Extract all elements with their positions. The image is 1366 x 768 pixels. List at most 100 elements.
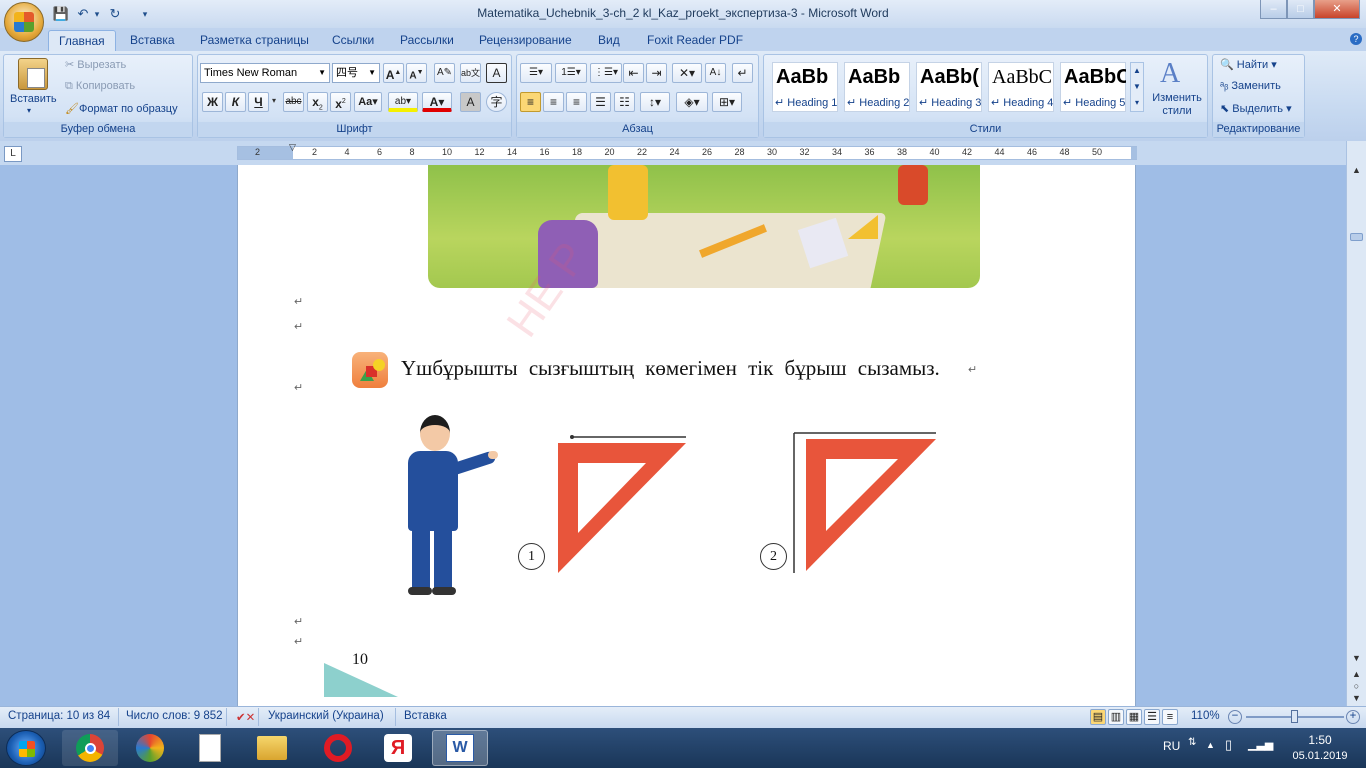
clear-format-button[interactable]: A✎ [434,63,455,83]
full-screen-reading-icon[interactable]: ▥ [1108,709,1124,725]
proofing-icon[interactable]: ✔✕ [236,710,255,724]
style-heading-2[interactable]: AaBb ↵ Heading 2 [844,62,910,112]
font-size-combo[interactable]: 四号 ▼ [332,63,380,83]
scroll-thumb[interactable] [1350,233,1363,241]
signal-icon[interactable]: ▁▃▅ [1248,738,1273,751]
insert-mode-status[interactable]: Вставка [404,710,447,722]
tray-expand-icon[interactable]: ▲ [1206,740,1215,750]
clock-date[interactable]: 05.01.2019 [1282,750,1358,762]
print-layout-icon[interactable]: ▤ [1090,709,1106,725]
font-grow-button[interactable]: A▲ [383,63,404,83]
align-center-button[interactable]: ≡ [543,92,564,112]
character-border-button[interactable]: A [486,63,507,83]
multilevel-list-button[interactable]: ⋮☰▾ [590,63,622,83]
style-heading-5[interactable]: AaBbC ↵ Heading 5 [1060,62,1126,112]
sort-button[interactable]: A↓ [705,63,726,83]
chrome-taskbar-icon[interactable] [62,730,118,766]
language-indicator[interactable]: RU [1163,739,1180,753]
tab-references[interactable]: Ссылки [322,30,384,51]
tab-page-layout[interactable]: Разметка страницы [190,30,319,51]
vertical-scrollbar[interactable]: ▲ ▼ ▲ ○ ▼ [1346,141,1366,706]
maximize-button[interactable]: □ [1287,0,1314,19]
tab-view[interactable]: Вид [588,30,630,51]
line-spacing-button[interactable]: ↕▾ [640,92,670,112]
numbering-button[interactable]: 1☰▾ [555,63,587,83]
shading-button[interactable]: ◈▾ [676,92,708,112]
find-button[interactable]: 🔍 Найти ▾ [1220,58,1277,71]
browse-object-icon[interactable]: ○ [1350,681,1363,691]
font-name-combo[interactable]: Times New Roman ▼ [200,63,330,83]
minimize-button[interactable]: – [1260,0,1287,19]
tab-selector-icon[interactable]: L [4,146,22,162]
bold-button[interactable]: Ж [202,92,223,112]
tray-arrows-icon[interactable]: ⇅ [1188,737,1196,748]
scroll-up-icon[interactable]: ▲ [1350,165,1363,175]
cut-button[interactable]: ✂ Вырезать [65,58,126,71]
paste-button[interactable]: Вставить [10,93,57,105]
align-left-button[interactable]: ≡ [520,92,541,112]
style-heading-3[interactable]: AaBb(↵ Heading 3 [916,62,982,112]
word-taskbar-icon[interactable]: W [432,730,488,766]
font-shrink-button[interactable]: A▼ [406,63,427,83]
decrease-indent-button[interactable]: ⇤ [623,63,644,83]
document-page[interactable]: ↵ ↵ НЕ Р Үшбұрышты сызғыштың көмегімен т… [237,165,1136,706]
draft-icon[interactable]: ≡ [1162,709,1178,725]
scroll-down-icon[interactable]: ▼ [1350,653,1363,663]
subscript-button[interactable]: x2 [307,92,328,112]
outline-icon[interactable]: ☰ [1144,709,1160,725]
bullets-button[interactable]: ☰▾ [520,63,552,83]
show-marks-button[interactable]: ↵ [732,63,753,83]
italic-button[interactable]: К [225,92,246,112]
word-count-status[interactable]: Число слов: 9 852 [126,710,223,722]
superscript-button[interactable]: x2 [330,92,351,112]
underline-dropdown-icon[interactable]: ▾ [272,96,276,105]
enclose-characters-button[interactable]: 字 [486,92,507,112]
page-count-status[interactable]: Страница: 10 из 84 [8,710,110,722]
underline-button[interactable]: Ч [248,92,269,112]
explorer-taskbar-icon[interactable] [244,730,300,766]
tab-mailings[interactable]: Рассылки [390,30,464,51]
strikethrough-button[interactable]: abc [283,92,304,112]
borders-button[interactable]: ⊞▾ [712,92,742,112]
indent-marker-icon[interactable]: ▽ [289,142,296,153]
horizontal-ruler[interactable]: 2 2 4 6 8 10 12 14 16 18 20 22 24 26 28 30 32 34 36 38 40 42 4… [237,146,1137,160]
zoom-out-icon[interactable]: − [1228,710,1242,724]
style-heading-4[interactable]: AaBbC ↵ Heading 4 [988,62,1054,112]
replace-button[interactable]: ᵃᵦ Заменить [1220,80,1281,92]
office-button[interactable] [4,2,44,42]
tab-foxit[interactable]: Foxit Reader PDF [637,30,753,51]
network-icon[interactable]: ▯ [1225,737,1232,753]
tab-insert[interactable]: Вставка [120,30,185,51]
highlight-button[interactable]: ab▾ [388,92,418,112]
increase-indent-button[interactable]: ⇥ [646,63,667,83]
format-painter-button[interactable]: 🖌Формат по образцу [65,102,178,115]
character-shading-button[interactable]: A [460,92,481,112]
asian-layout-button[interactable]: ✕▾ [672,63,702,83]
web-layout-icon[interactable]: ▦ [1126,709,1142,725]
zoom-slider-thumb[interactable] [1291,710,1298,723]
paste-dropdown-icon[interactable]: ▾ [27,106,31,115]
yandex-taskbar-icon[interactable]: Я [370,730,426,766]
styles-scroll[interactable]: ▲ ▼ ▾ [1130,62,1144,112]
clock-time[interactable]: 1:50 [1300,733,1340,747]
zoom-level[interactable]: 110% [1191,710,1220,722]
start-button[interactable] [6,730,46,766]
language-status[interactable]: Украинский (Украина) [268,710,384,722]
blank-document-taskbar-icon[interactable] [182,730,238,766]
change-case-button[interactable]: Aa▾ [354,92,382,112]
font-color-button[interactable]: A▾ [422,92,452,112]
zoom-in-icon[interactable]: + [1346,710,1360,724]
select-button[interactable]: ⬉ Выделить ▾ [1220,102,1292,115]
change-styles-button[interactable]: Изменить стили [1148,92,1206,118]
copy-button[interactable]: ⧉ Копировать [65,80,135,93]
tab-review[interactable]: Рецензирование [469,30,582,51]
style-heading-1[interactable]: AaBb ↵ Heading 1 [772,62,838,112]
justify-button[interactable]: ☰ [590,92,611,112]
prev-page-icon[interactable]: ▲ [1350,669,1363,679]
app-taskbar-icon[interactable] [122,730,178,766]
help-icon[interactable]: ? [1350,33,1362,45]
next-page-icon[interactable]: ▼ [1350,693,1363,703]
phonetic-guide-button[interactable]: ab文 [460,63,481,83]
distributed-button[interactable]: ☷ [614,92,635,112]
align-right-button[interactable]: ≡ [566,92,587,112]
